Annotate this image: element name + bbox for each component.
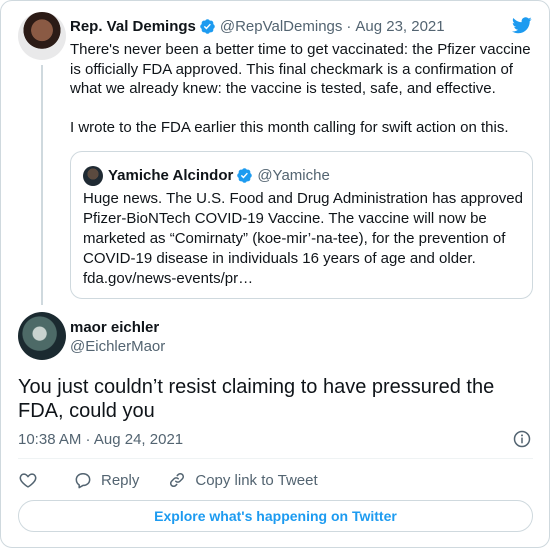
heart-icon[interactable] (18, 470, 38, 490)
explore-twitter-button[interactable]: Explore what's happening on Twitter (18, 500, 533, 532)
thread-connector-line (41, 65, 43, 305)
header-separator: · (346, 17, 352, 35)
avatar-maor-eichler[interactable] (18, 312, 66, 360)
parent-author-handle[interactable]: @RepValDemings (220, 18, 343, 35)
quoted-tweet-header: Yamiche Alcindor @Yamiche (108, 165, 330, 185)
parent-author-name[interactable]: Rep. Val Demings (70, 18, 196, 35)
quoted-author-handle: @Yamiche (257, 166, 330, 184)
parent-tweet-text: There's never been a better time to get … (70, 40, 535, 137)
avatar-val-demings[interactable] (18, 12, 66, 60)
reply-timestamp[interactable]: 10:38 AM · Aug 24, 2021 (18, 431, 183, 448)
reply-bubble-icon[interactable] (73, 470, 93, 490)
quoted-author-name: Yamiche Alcindor (108, 166, 234, 184)
parent-tweet-paragraph-1: There's never been a better time to get … (70, 41, 531, 97)
info-icon[interactable] (512, 429, 532, 449)
avatar-yamiche-alcindor (83, 166, 103, 186)
tweet-embed-card: Rep. Val Demings @RepValDemings · Aug 23… (0, 0, 550, 548)
twitter-bird-icon[interactable] (510, 15, 534, 35)
quoted-tweet-text: Huge news. The U.S. Food and Drug Admini… (83, 190, 523, 287)
parent-tweet-header: Rep. Val Demings @RepValDemings · Aug 23… (70, 16, 445, 36)
reply-button[interactable]: Reply (101, 472, 139, 489)
tweet-actions: Reply Copy link to Tweet (18, 469, 318, 491)
verified-badge-icon (200, 18, 215, 34)
parent-tweet-paragraph-2: I wrote to the FDA earlier this month ca… (70, 118, 509, 136)
quoted-tweet[interactable]: Yamiche Alcindor @Yamiche Huge news. The… (70, 151, 533, 299)
reply-author-handle[interactable]: @EichlerMaor (70, 338, 165, 355)
link-icon[interactable] (167, 470, 187, 490)
reply-tweet-text: You just couldn’t resist claiming to hav… (18, 376, 495, 422)
action-divider (18, 458, 533, 459)
copy-link-button[interactable]: Copy link to Tweet (195, 472, 317, 489)
parent-tweet-date[interactable]: Aug 23, 2021 (355, 18, 444, 35)
reply-author-name[interactable]: maor eichler (70, 319, 159, 336)
verified-badge-icon (237, 167, 253, 183)
